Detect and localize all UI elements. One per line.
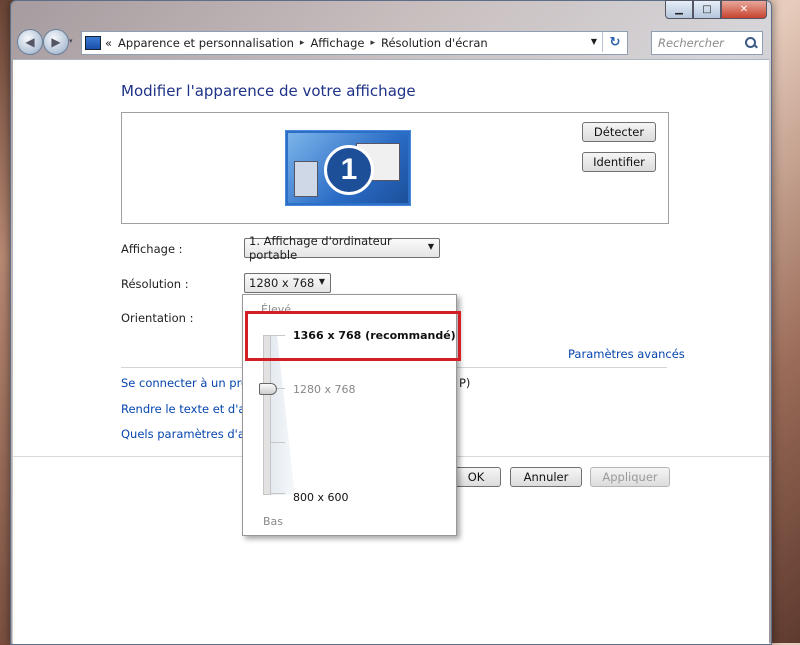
breadcrumb-item-apparence[interactable]: Apparence et personnalisation <box>118 36 294 50</box>
monitor-number: 1 <box>324 145 374 195</box>
breadcrumb-item-resolution[interactable]: Résolution d'écran <box>381 36 488 50</box>
slider-tick <box>271 493 285 494</box>
breadcrumb-separator-icon[interactable]: ▸ <box>370 38 375 48</box>
breadcrumb-item-affichage[interactable]: Affichage <box>310 36 364 50</box>
annotation-highlight-box <box>245 311 461 361</box>
address-bar[interactable]: « Apparence et personnalisation ▸ Affich… <box>81 31 628 55</box>
monitor-screen-left <box>294 161 318 197</box>
cancel-button[interactable]: Annuler <box>510 467 582 487</box>
chevron-down-icon: ▼ <box>427 242 434 251</box>
display-select[interactable]: 1. Affichage d'ordinateur portable ▼ <box>244 234 440 262</box>
ok-button[interactable]: OK <box>451 467 501 487</box>
caption-buttons: ▁ □ ✕ <box>665 0 767 19</box>
resolution-label: Résolution : <box>121 277 189 291</box>
breadcrumb-separator-icon[interactable]: ▸ <box>300 38 305 48</box>
detect-button[interactable]: Détecter <box>582 122 656 142</box>
minimize-button[interactable]: ▁ <box>665 0 693 19</box>
search-placeholder: Rechercher <box>658 36 724 50</box>
control-panel-icon <box>85 36 101 50</box>
chevron-down-icon: ▼ <box>318 277 325 286</box>
breadcrumb-overflow[interactable]: « <box>105 36 112 50</box>
back-button[interactable]: ◀ <box>17 29 43 55</box>
address-dropdown-icon[interactable]: ▼ <box>591 37 597 46</box>
apply-button[interactable]: Appliquer <box>590 467 670 487</box>
close-button[interactable]: ✕ <box>721 0 767 19</box>
identify-button[interactable]: Identifier <box>582 152 656 172</box>
maximize-button[interactable]: □ <box>693 0 721 19</box>
resolution-slider-thumb[interactable] <box>259 383 277 395</box>
resolution-select[interactable]: 1280 x 768 ▼ <box>244 273 331 293</box>
resolution-select-value: 1280 x 768 <box>249 276 315 290</box>
display-label: Affichage : <box>121 242 183 256</box>
orientation-label: Orientation : <box>121 311 194 325</box>
option-current[interactable]: 1280 x 768 <box>293 383 356 396</box>
search-input[interactable]: Rechercher <box>651 31 763 55</box>
refresh-button[interactable]: ↻ <box>602 32 627 52</box>
recent-pages-dropdown[interactable]: ▾ <box>69 37 73 45</box>
search-icon[interactable] <box>744 36 758 50</box>
link-connect-projector-tail: P) <box>459 376 471 390</box>
navigation-bar: ◀ ▶ ▾ « Apparence et personnalisation ▸ … <box>11 29 771 55</box>
display-select-value: 1. Affichage d'ordinateur portable <box>249 234 392 262</box>
arrow-right-icon: ▶ <box>51 35 61 49</box>
slider-tick <box>271 442 285 443</box>
monitor-icon[interactable]: 1 <box>286 131 410 205</box>
forward-button[interactable]: ▶ <box>43 29 69 55</box>
arrow-left-icon: ◀ <box>25 35 35 49</box>
display-preview-panel: 1 Détecter Identifier <box>121 112 669 224</box>
slider-low-label: Bas <box>263 515 284 528</box>
page-title: Modifier l'apparence de votre affichage <box>121 82 416 100</box>
option-minimum[interactable]: 800 x 600 <box>293 491 349 504</box>
advanced-settings-link[interactable]: Paramètres avancés <box>568 347 685 361</box>
link-connect-projector[interactable]: Se connecter à un proje <box>121 376 258 390</box>
